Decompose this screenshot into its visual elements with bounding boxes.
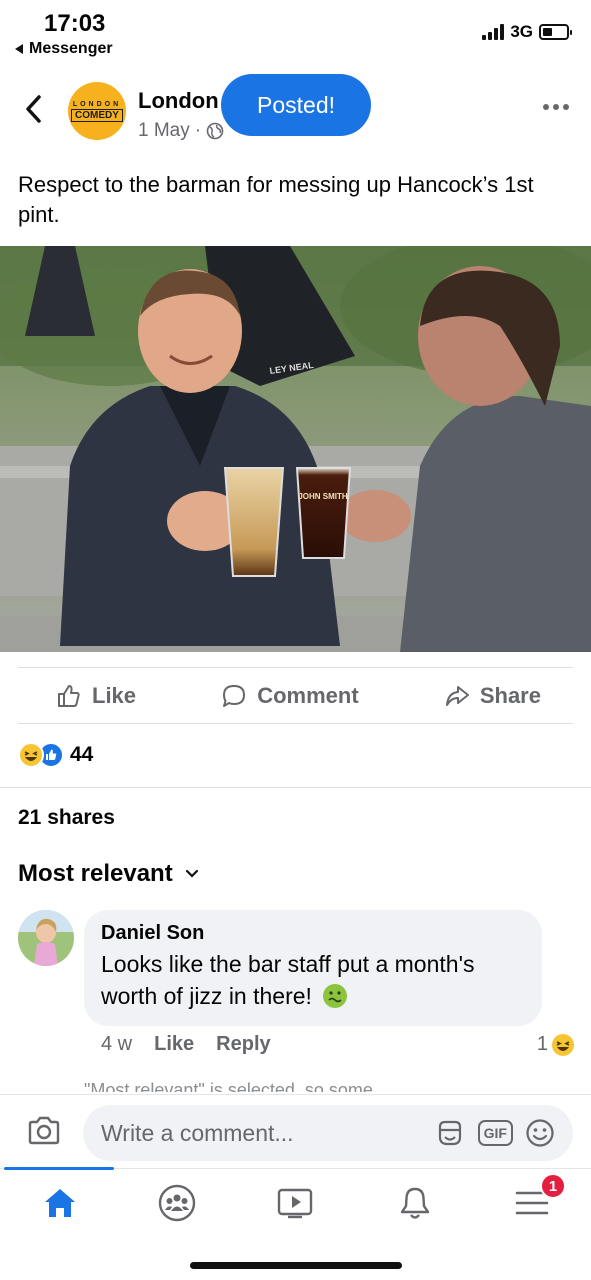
network-type: 3G	[510, 22, 533, 41]
post-header: LONDON COMEDY London 1 May · Posted!	[0, 70, 591, 150]
globe-icon	[206, 122, 224, 140]
comment-bubble[interactable]: Daniel Son Looks like the bar staff put …	[84, 910, 542, 1026]
like-button[interactable]: Like	[56, 683, 136, 709]
reactions-summary[interactable]: 44	[18, 740, 93, 770]
share-arrow-icon	[445, 685, 469, 706]
avatar[interactable]	[18, 910, 74, 966]
relevance-notice: "Most relevant" is selected, so some	[84, 1080, 373, 1092]
camera-icon[interactable]	[26, 1115, 62, 1147]
post-action-bar: Like Comment Share	[18, 667, 573, 724]
home-indicator	[190, 1262, 402, 1269]
notification-badge: 1	[540, 1173, 566, 1199]
status-time: 17:03	[44, 10, 106, 37]
haha-reaction-icon	[552, 1033, 574, 1056]
post-photo[interactable]: JOHN SMITH LEY NEAL	[0, 246, 591, 652]
posted-toast: Posted!	[221, 74, 371, 136]
bottom-tab-bar: 1	[0, 1167, 591, 1234]
tab-groups[interactable]	[157, 1183, 197, 1223]
like-label: Like	[92, 682, 137, 708]
avatar-sticker-icon[interactable]	[434, 1117, 466, 1149]
back-chevron-icon[interactable]	[22, 92, 46, 126]
post-text: Respect to the barman for messing up Han…	[18, 172, 534, 227]
tab-home[interactable]	[40, 1183, 80, 1223]
tab-watch[interactable]	[275, 1183, 315, 1223]
back-triangle-icon	[15, 44, 23, 54]
post-meta: 1 May ·	[138, 120, 224, 142]
comment-text: Looks like the bar staff put a month's w…	[101, 948, 525, 1012]
shares-count[interactable]: 21 shares	[18, 806, 115, 830]
comment-label: Comment	[257, 682, 359, 708]
tab-notifications[interactable]	[395, 1183, 435, 1223]
comment-bubble-icon	[223, 684, 246, 707]
comment-reply-button[interactable]: Reply	[216, 1033, 270, 1056]
more-options-icon[interactable]	[543, 104, 569, 110]
comment-reaction-count: 1	[536, 1033, 548, 1055]
share-button[interactable]: Share	[444, 683, 541, 709]
meta-separator: ·	[194, 120, 202, 141]
gif-button[interactable]: GIF	[477, 1120, 513, 1146]
sort-label: Most relevant	[18, 860, 173, 887]
status-indicators: 3G	[482, 22, 572, 42]
status-bar: 17:03 Messenger 3G	[0, 0, 591, 62]
share-label: Share	[479, 682, 541, 708]
watch-video-icon	[277, 1188, 313, 1219]
comment-button[interactable]: Comment	[221, 682, 359, 709]
thumbs-up-icon	[58, 684, 80, 707]
tab-menu[interactable]: 1	[512, 1173, 566, 1223]
signal-icon	[482, 24, 505, 40]
comment-like-button[interactable]: Like	[154, 1033, 194, 1056]
comment-input-placeholder: Write a comment...	[101, 1119, 294, 1146]
comment-author[interactable]: Daniel Son	[101, 922, 525, 945]
nauseated-face-icon	[323, 984, 348, 1008]
haha-reaction-icon	[18, 742, 44, 768]
composer-icons: GIF	[434, 1117, 555, 1149]
comment-sort-selector[interactable]: Most relevant	[18, 860, 199, 888]
battery-level	[543, 28, 552, 36]
logo-top-text: LONDON	[72, 100, 122, 108]
page-logo[interactable]: LONDON COMEDY	[68, 82, 126, 140]
glass-brand-text: JOHN SMITH	[298, 492, 348, 501]
active-tab-indicator	[4, 1167, 114, 1170]
post-date: 1 May	[138, 120, 190, 141]
home-icon	[45, 1189, 75, 1217]
logo-main-text: COMEDY	[71, 108, 123, 122]
back-app-label: Messenger	[29, 40, 113, 57]
photo-illustration: JOHN SMITH LEY NEAL	[0, 246, 591, 652]
emoji-icon[interactable]	[525, 1118, 555, 1148]
bell-icon	[400, 1187, 430, 1219]
comment-actions: 4 w Like Reply	[101, 1033, 271, 1056]
back-to-messenger[interactable]: Messenger	[14, 40, 113, 58]
comment-composer: Write a comment... GIF	[0, 1094, 591, 1170]
comment-body: Looks like the bar staff put a month's w…	[101, 951, 475, 1009]
section-divider	[0, 787, 591, 788]
reaction-count: 44	[70, 743, 94, 766]
chevron-down-icon	[185, 869, 198, 878]
comment-reactions[interactable]: 1	[537, 1033, 574, 1056]
comment-time: 4 w	[101, 1033, 133, 1055]
comment-input[interactable]: Write a comment... GIF	[83, 1105, 573, 1161]
battery-icon	[539, 24, 572, 40]
page-name[interactable]: London	[138, 88, 219, 114]
groups-icon	[158, 1184, 196, 1222]
